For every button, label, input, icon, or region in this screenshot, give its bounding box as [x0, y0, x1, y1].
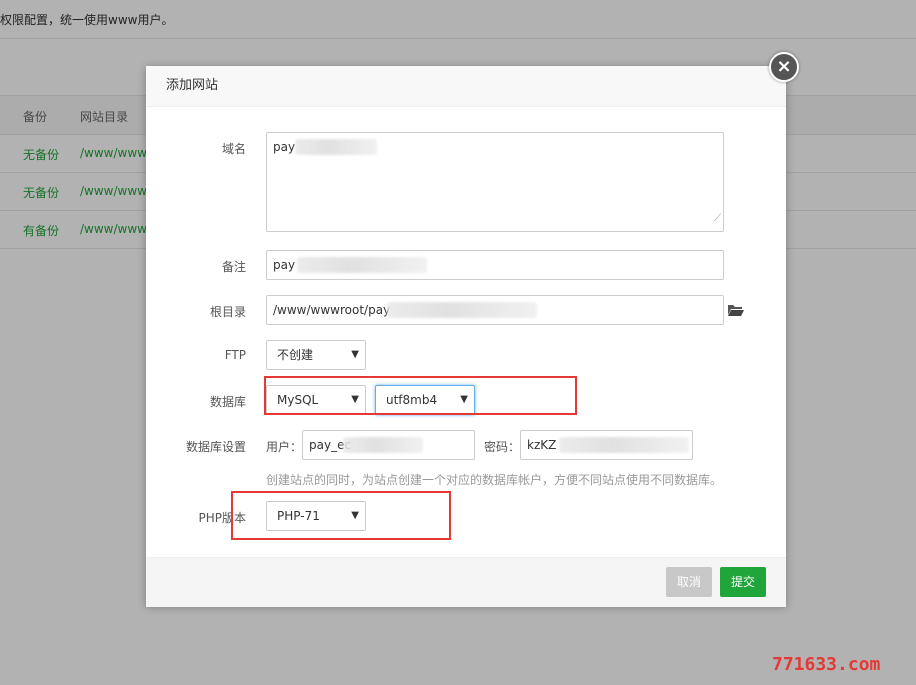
db-password-label: 密码：: [484, 440, 521, 454]
db-password-value: kzKZ: [527, 438, 557, 452]
domain-textarea[interactable]: pay ⟋: [266, 132, 724, 232]
redacted-mask: [387, 302, 537, 318]
root-dir-label: 根目录: [209, 305, 246, 319]
redacted-mask: [295, 139, 377, 155]
database-settings-label: 数据库设置: [185, 440, 246, 454]
modal-title: 添加网站: [146, 66, 786, 107]
php-highlight-box: [231, 491, 451, 540]
ftp-select[interactable]: 不创建 ▼: [266, 340, 366, 370]
dropdown-caret-icon: ▼: [351, 349, 359, 360]
ftp-label: FTP: [224, 348, 246, 362]
remark-input[interactable]: pay: [266, 250, 724, 280]
remark-value: pay: [273, 258, 296, 272]
cancel-button[interactable]: 取消: [666, 567, 712, 597]
domain-value: pay: [273, 140, 296, 154]
db-password-input[interactable]: kzKZ: [520, 430, 693, 460]
db-user-input[interactable]: pay_ec: [302, 430, 475, 460]
root-dir-input[interactable]: /www/wwwroot/pay: [266, 295, 724, 325]
close-icon[interactable]: ×: [769, 52, 799, 82]
database-label: 数据库: [209, 395, 246, 409]
ftp-value: 不创建: [277, 348, 314, 362]
redacted-mask: [343, 437, 423, 453]
database-hint: 创建站点的同时，为站点创建一个对应的数据库帐户，方便不同站点使用不同数据库。: [266, 473, 723, 487]
watermark-text: 771633.com: [772, 654, 881, 675]
resize-grip-icon[interactable]: ⟋: [714, 207, 721, 231]
domain-label: 域名: [221, 142, 246, 156]
database-highlight-box: [264, 376, 577, 415]
folder-open-icon[interactable]: [727, 303, 745, 317]
db-user-label: 用户：: [266, 440, 303, 454]
redacted-mask: [297, 257, 427, 273]
redacted-mask: [559, 437, 689, 453]
submit-button[interactable]: 提交: [720, 567, 766, 597]
modal-footer: 取消 提交: [146, 557, 786, 607]
remark-label: 备注: [221, 260, 246, 274]
root-dir-value: /www/wwwroot/pay: [273, 303, 391, 317]
